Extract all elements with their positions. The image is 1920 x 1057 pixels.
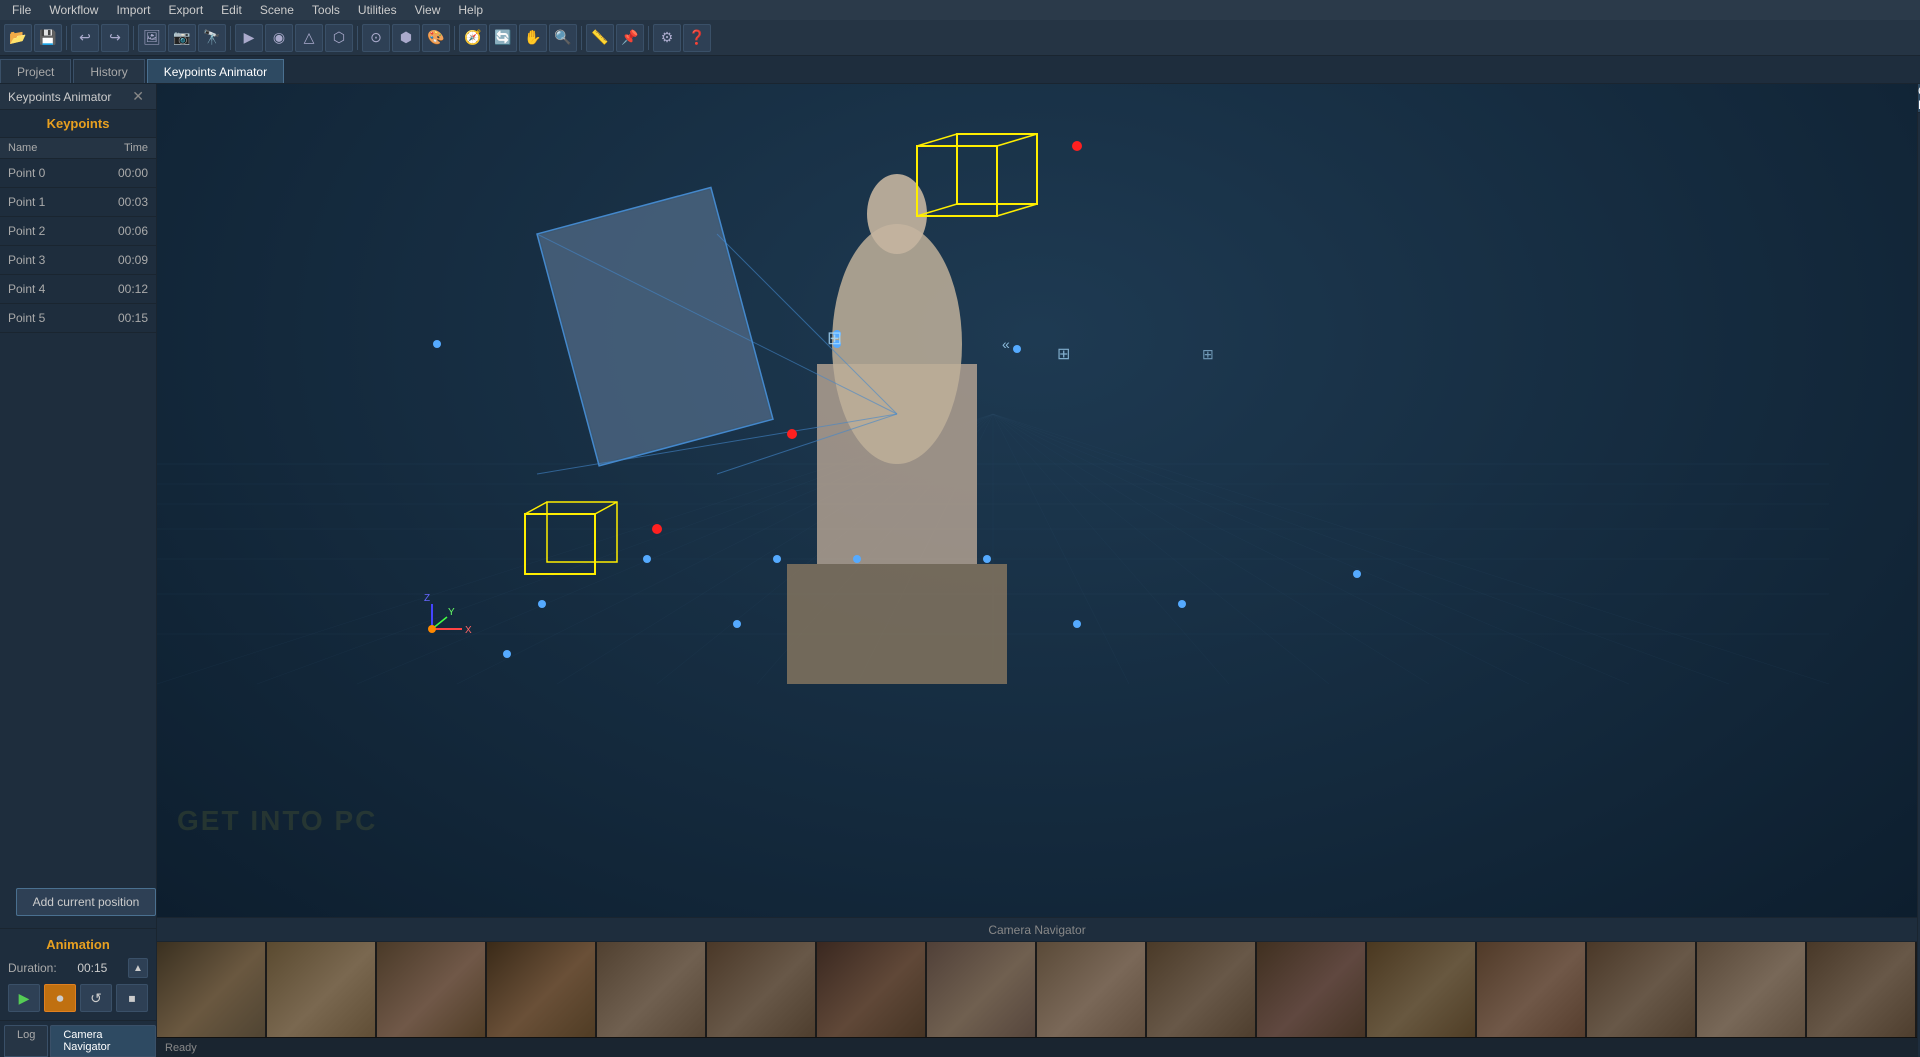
toolbar-add-laser[interactable]: 🔭 [198, 24, 226, 52]
toolbar-sep6 [581, 26, 582, 50]
svg-text:Z: Z [424, 593, 430, 604]
statue-silhouette [787, 174, 1007, 684]
keypoints-row-5[interactable]: Point 5 00:15 [0, 304, 156, 333]
status-bar: Ready [157, 1037, 1917, 1057]
camera-navigator-title: Camera Navigator [988, 923, 1085, 937]
toolbar-sep2 [133, 26, 134, 50]
toolbar-add-photos[interactable]: 🖼 [138, 24, 166, 52]
toolbar-sep5 [454, 26, 455, 50]
duration-row: Duration: 00:15 ▲ [8, 958, 148, 978]
toolbar-sep1 [66, 26, 67, 50]
duration-label: Duration: [8, 961, 57, 975]
animation-controls: ▶ ⏺ ↺ ⏹ [8, 984, 148, 1012]
toolbar-view-texture[interactable]: 🎨 [422, 24, 450, 52]
keypoints-table-header: Name Time [0, 137, 156, 159]
left-panel: Keypoints Animator ✕ Keypoints Name Time… [0, 84, 157, 1057]
svg-text:⊞: ⊞ [1202, 346, 1214, 362]
bottom-tab-camera-navigator[interactable]: Camera Navigator [50, 1025, 156, 1057]
svg-text:X: X [465, 625, 472, 636]
keypoints-row-2[interactable]: Point 2 00:06 [0, 217, 156, 246]
menu-tools[interactable]: Tools [304, 1, 348, 19]
svg-text:⊞: ⊞ [827, 328, 842, 348]
toolbar-zoom[interactable]: 🔍 [549, 24, 577, 52]
svg-text:⊞: ⊞ [1057, 346, 1070, 363]
menu-scene[interactable]: Scene [252, 1, 302, 19]
toolbar-view-point[interactable]: ⊙ [362, 24, 390, 52]
tab-keypoints-animator[interactable]: Keypoints Animator [147, 59, 284, 83]
keypoints-row-3[interactable]: Point 3 00:09 [0, 246, 156, 275]
toolbar-redo[interactable]: ↪ [101, 24, 129, 52]
main-layout: Keypoints Animator ✕ Keypoints Name Time… [0, 84, 1920, 1057]
menu-utilities[interactable]: Utilities [350, 1, 405, 19]
control-point-red-3 [652, 524, 662, 534]
bottom-tabs: Log Camera Navigator [0, 1020, 156, 1057]
tab-history[interactable]: History [73, 59, 144, 83]
camera-frame-1 [537, 187, 773, 465]
panel-title-bar: Keypoints Animator ✕ [0, 84, 156, 110]
toolbar: 📂 💾 ↩ ↪ 🖼 📷 🔭 ▶ ◉ △ ⬡ ⊙ ⬢ 🎨 🧭 🔄 ✋ 🔍 📏 📌 … [0, 20, 1920, 56]
toolbar-sep3 [230, 26, 231, 50]
toolbar-annotate[interactable]: 📌 [616, 24, 644, 52]
tab-bar: Project History Keypoints Animator [0, 56, 1920, 84]
toolbar-save[interactable]: 💾 [34, 24, 62, 52]
control-point-red-1 [1072, 141, 1082, 151]
record-button[interactable]: ⏺ [44, 984, 76, 1012]
toolbar-view-mesh[interactable]: ⬢ [392, 24, 420, 52]
toolbar-workflow-mesh[interactable]: △ [295, 24, 323, 52]
duration-increment-button[interactable]: ▲ [128, 958, 148, 978]
keypoints-section-title: Keypoints [0, 110, 156, 137]
toolbar-undo[interactable]: ↩ [71, 24, 99, 52]
toolbar-sep4 [357, 26, 358, 50]
menu-help[interactable]: Help [450, 1, 491, 19]
camera-navigator-header: Camera Navigator [157, 918, 1917, 942]
menu-bar: File Workflow Import Export Edit Scene T… [0, 0, 1920, 20]
bottom-tab-log[interactable]: Log [4, 1025, 48, 1057]
toolbar-settings[interactable]: ⚙ [653, 24, 681, 52]
viewport[interactable]: ⊞ ⊞ « ⊞ Z X Y GET INTO PC [157, 84, 1917, 917]
toolbar-workflow-align[interactable]: ▶ [235, 24, 263, 52]
play-button[interactable]: ▶ [8, 984, 40, 1012]
stop-button[interactable]: ⏹ [116, 984, 148, 1012]
duration-value: 00:15 [77, 961, 107, 975]
toolbar-help[interactable]: ❓ [683, 24, 711, 52]
toolbar-workflow-texture[interactable]: ⬡ [325, 24, 353, 52]
panel-title: Keypoints Animator [8, 90, 111, 104]
toolbar-navigate[interactable]: 🧭 [459, 24, 487, 52]
toolbar-new[interactable]: 📂 [4, 24, 32, 52]
col-header-name: Name [0, 138, 76, 158]
tab-project[interactable]: Project [0, 59, 71, 83]
menu-workflow[interactable]: Workflow [41, 1, 106, 19]
center-area: ⊞ ⊞ « ⊞ Z X Y GET INTO PC [157, 84, 1917, 1057]
svg-text:Y: Y [448, 607, 455, 618]
control-point-red-2 [787, 429, 797, 439]
status-text: Ready [165, 1042, 197, 1054]
animation-title: Animation [8, 937, 148, 952]
keypoints-row-4[interactable]: Point 4 00:12 [0, 275, 156, 304]
toolbar-pan[interactable]: ✋ [519, 24, 547, 52]
menu-export[interactable]: Export [160, 1, 211, 19]
menu-file[interactable]: File [4, 1, 39, 19]
toolbar-sep7 [648, 26, 649, 50]
toolbar-rotate[interactable]: 🔄 [489, 24, 517, 52]
add-current-position-button[interactable]: Add current position [16, 888, 156, 916]
menu-import[interactable]: Import [108, 1, 158, 19]
menu-view[interactable]: View [407, 1, 449, 19]
col-header-time: Time [76, 138, 156, 158]
viewport-grid: ⊞ ⊞ « ⊞ Z X Y [157, 84, 1917, 917]
toolbar-workflow-dense[interactable]: ◉ [265, 24, 293, 52]
toolbar-measure[interactable]: 📏 [586, 24, 614, 52]
axis-indicator: Z X Y [424, 593, 472, 636]
toolbar-add-video[interactable]: 📷 [168, 24, 196, 52]
menu-edit[interactable]: Edit [213, 1, 250, 19]
keypoints-row-0[interactable]: Point 0 00:00 [0, 159, 156, 188]
animation-section: Animation Duration: 00:15 ▲ ▶ ⏺ ↺ ⏹ [0, 928, 156, 1020]
svg-text:«: « [1002, 336, 1010, 352]
loop-button[interactable]: ↺ [80, 984, 112, 1012]
keypoints-section: Keypoints Name Time Point 0 00:00 Point … [0, 110, 156, 493]
keypoints-row-1[interactable]: Point 1 00:03 [0, 188, 156, 217]
camera-navigator: Camera Navigator [157, 917, 1917, 1057]
panel-close-button[interactable]: ✕ [128, 88, 148, 105]
